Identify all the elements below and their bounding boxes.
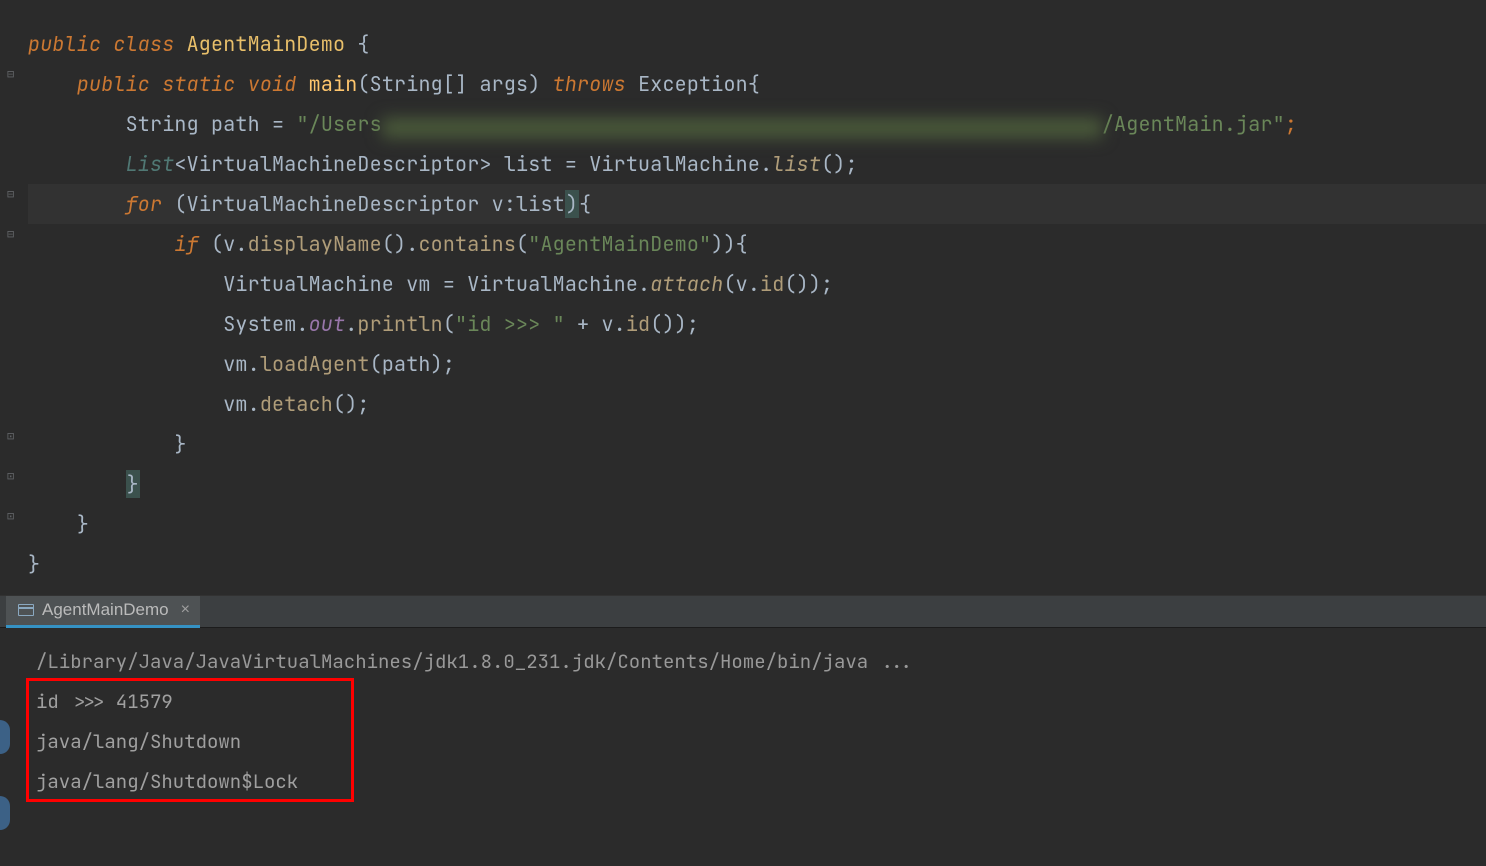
code-line[interactable]: } [28, 504, 1486, 544]
run-tab-agentmaindemo[interactable]: AgentMainDemo × [6, 596, 200, 628]
gutter-marker [0, 796, 10, 830]
code-line[interactable]: String path = "/Users/AgentMain.jar"; [28, 104, 1486, 144]
fold-icon[interactable]: ⊡ [7, 510, 19, 522]
console-line: id >>> 41579 [36, 682, 1468, 722]
console-line: java/lang/Shutdown [36, 722, 1468, 762]
fold-icon[interactable]: ⊡ [7, 430, 19, 442]
code-line[interactable]: } [28, 544, 1486, 584]
console-line: java/lang/Shutdown$Lock [36, 762, 1468, 802]
run-tool-window: AgentMainDemo × /Library/Java/JavaVirtua… [0, 595, 1486, 812]
code-line[interactable]: public class AgentMainDemo { [28, 24, 1486, 64]
console-output[interactable]: /Library/Java/JavaVirtualMachines/jdk1.8… [0, 628, 1486, 812]
run-tab-label: AgentMainDemo [42, 600, 169, 620]
redacted-path [382, 118, 1102, 138]
fold-icon[interactable]: ⊟ [7, 188, 19, 200]
code-editor[interactable]: ⊟ ⊟ ⊟ ⊡ ⊡ ⊡ public class AgentMainDemo {… [0, 0, 1486, 595]
code-line[interactable]: vm.loadAgent(path); [28, 344, 1486, 384]
code-line[interactable]: vm.detach(); [28, 384, 1486, 424]
run-tabs-bar: AgentMainDemo × [0, 596, 1486, 628]
editor-gutter: ⊟ ⊟ ⊟ ⊡ ⊡ ⊡ [0, 0, 26, 595]
code-line[interactable]: public static void main(String[] args) t… [28, 64, 1486, 104]
code-line[interactable]: for (VirtualMachineDescriptor v:list){ [28, 184, 1486, 224]
code-line[interactable]: List<VirtualMachineDescriptor> list = Vi… [28, 144, 1486, 184]
code-line[interactable]: System.out.println("id >>> " + v.id()); [28, 304, 1486, 344]
code-line[interactable]: } [28, 424, 1486, 464]
code-line[interactable]: } [28, 464, 1486, 504]
fold-icon[interactable]: ⊟ [7, 68, 19, 80]
fold-icon[interactable]: ⊡ [7, 470, 19, 482]
close-icon[interactable]: × [181, 601, 190, 619]
fold-icon[interactable]: ⊟ [7, 228, 19, 240]
console-command-line: /Library/Java/JavaVirtualMachines/jdk1.8… [36, 642, 1468, 682]
application-icon [18, 604, 34, 616]
code-line[interactable]: if (v.displayName().contains("AgentMainD… [28, 224, 1486, 264]
gutter-marker [0, 720, 10, 754]
code-line[interactable]: VirtualMachine vm = VirtualMachine.attac… [28, 264, 1486, 304]
